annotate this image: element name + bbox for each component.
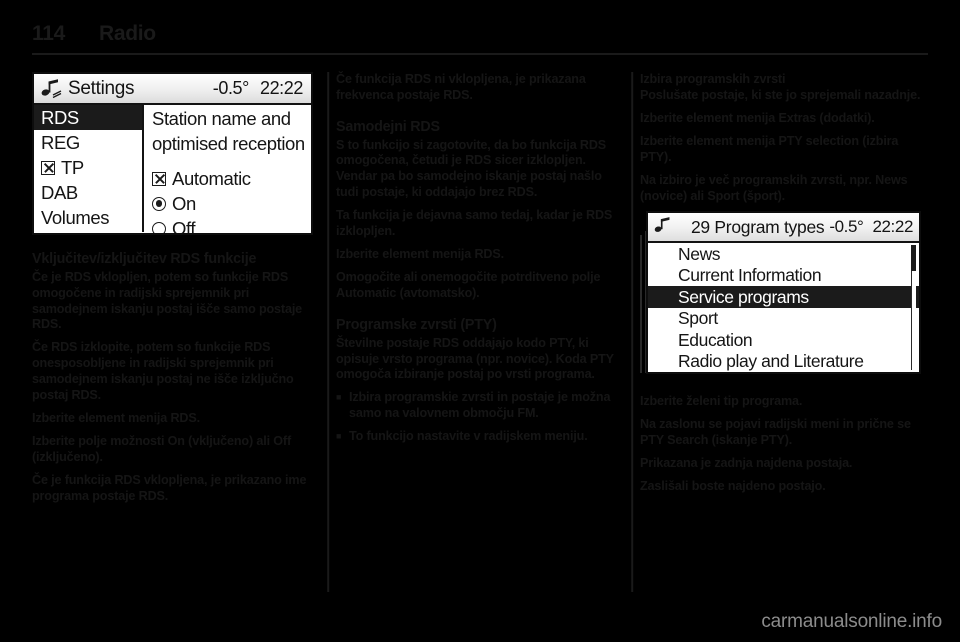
paragraph-c1-2: Če RDS izklopite, potem so funkcije RDS … — [32, 340, 294, 403]
page-title: Radio — [98, 22, 156, 45]
music-note-icon — [653, 216, 677, 238]
content-columns: Settings -0.5° 22:22 RDS REG TP DAB Volu… — [32, 72, 928, 592]
detail-text-line-2: optimised reception — [152, 132, 305, 154]
section-heading-rds-toggle: Vključitev/izključitev RDS funkcije — [32, 251, 257, 267]
detail-text-line-1: Station name and — [152, 108, 291, 129]
header-divider — [32, 53, 928, 55]
column-3: Izbira programskih zvrsti Poslušate post… — [640, 72, 928, 592]
menu-item-label: DAB — [41, 181, 78, 203]
pty-scrollbar-thumb[interactable] — [911, 245, 916, 272]
pty-display-titlebar: 29 Program types -0.5° 22:22 — [648, 213, 919, 244]
pty-display-title: 29 Program types — [691, 216, 825, 237]
menu-item-rds[interactable]: RDS — [34, 105, 142, 130]
paragraph-c3-8: Zaslišali boste najdeno postajo. — [640, 479, 826, 494]
menu-item-label: Volumes — [41, 206, 110, 228]
option-automatic[interactable]: Automatic — [152, 166, 311, 191]
settings-menu-list: RDS REG TP DAB Volumes — [34, 105, 144, 232]
pty-list: News Current Information Service program… — [648, 243, 919, 372]
page-number: 114 — [32, 22, 65, 45]
pty-item-current-information[interactable]: Current Information — [676, 265, 919, 287]
bullet-item: ■ Izbira programskie zvrsti in postaje j… — [336, 390, 624, 422]
radio-unselected-icon[interactable] — [152, 221, 166, 233]
paragraph-c2-6: Številne postaje RDS oddajajo kodo PTY, … — [336, 335, 614, 382]
paragraph-c1-5: Če je funkcija RDS vklopljena, je prikaz… — [32, 472, 307, 503]
menu-item-label: RDS — [41, 106, 79, 128]
pty-item-news[interactable]: News — [676, 243, 919, 265]
radio-selected-icon[interactable] — [152, 196, 166, 211]
paragraph-c3-3: Izberite element menija PTY selection (i… — [640, 133, 899, 164]
square-bullet-icon: ■ — [336, 392, 342, 403]
pty-item-sport[interactable]: Sport — [676, 308, 919, 330]
pty-screenshot: 29 Program types -0.5° 22:22 News Curren… — [640, 211, 921, 379]
paragraph-c1-4: Izberite polje možnosti On (vključeno) a… — [32, 434, 291, 464]
checkbox-checked-icon[interactable] — [41, 160, 55, 175]
pty-item-service-programs[interactable]: Service programs — [648, 286, 919, 308]
menu-item-label: TP — [61, 156, 84, 178]
paragraph-c1-3: Izberite element menija RDS. — [32, 411, 200, 426]
square-bullet-icon: ■ — [336, 431, 342, 442]
paragraph-c2-2: S to funkcijo si zagotovite, da bo funkc… — [336, 137, 607, 200]
pty-item-label: Current Information — [678, 265, 822, 286]
option-label: On — [172, 192, 196, 214]
option-label: Off — [172, 217, 196, 235]
menu-item-volumes[interactable]: Volumes — [34, 205, 142, 230]
pty-display-clock: 22:22 — [872, 217, 913, 237]
pty-scrollbar[interactable] — [911, 245, 916, 371]
paragraph-c3-1: Poslušate postaje, ki ste jo sprejemali … — [640, 87, 921, 102]
option-off[interactable]: Off — [152, 216, 311, 235]
page-header: 114 Radio — [32, 22, 928, 62]
paragraph-c3-2: Izberite element menija Extras (dodatki)… — [640, 110, 875, 125]
pty-item-label: Service programs — [678, 286, 809, 307]
section-heading-auto-rds: Samodejni RDS — [336, 118, 440, 135]
paragraph-c3-6: Na zaslonu se pojavi radijski meni in pr… — [640, 417, 911, 448]
option-on[interactable]: On — [152, 191, 311, 216]
menu-item-label: REG — [41, 131, 80, 153]
manual-page: 114 Radio Settings -0.5° 22:22 RDS REG T… — [0, 0, 960, 642]
paragraph-c2-1: Če funkcija RDS ni vklopljena, je prikaz… — [336, 72, 586, 102]
music-note-icon — [40, 78, 64, 100]
option-label: Automatic — [172, 167, 251, 189]
menu-item-dab[interactable]: DAB — [34, 180, 142, 205]
pty-item-label: Radio play and Literature — [678, 351, 864, 372]
bullet-text: To funkcijo nastavite v radijskem meniju… — [349, 429, 588, 444]
pty-item-label: News — [678, 243, 721, 264]
column-1: Settings -0.5° 22:22 RDS REG TP DAB Volu… — [32, 72, 320, 592]
settings-detail-pane: Station name and optimised reception Aut… — [144, 105, 311, 235]
pty-item-label: Education — [678, 329, 753, 350]
display-title: Settings — [68, 77, 135, 99]
section-heading-pty: Programske zvrsti (PTY) — [336, 316, 497, 333]
pty-item-radio-play-and-literature[interactable]: Radio play and Literature — [676, 351, 919, 373]
pty-item-label: Sport — [678, 308, 718, 329]
column-divider-1 — [320, 72, 336, 592]
display-titlebar: Settings -0.5° 22:22 — [34, 74, 311, 105]
paragraph-c3-7: Prikazana je zadnja najdena postaja. — [640, 456, 853, 471]
pty-display-temperature: -0.5° — [829, 217, 864, 237]
paragraph-c3-4: Na izbiro je več programskih zvrsti, npr… — [640, 172, 908, 203]
paragraph-c2-3: Ta funkcija je dejavna samo tedaj, kadar… — [336, 208, 613, 239]
column-2: Če funkcija RDS ni vklopljena, je prikaz… — [336, 72, 624, 592]
menu-item-tp[interactable]: TP — [34, 155, 142, 180]
site-watermark: carmanualsonline.info — [761, 611, 942, 632]
display-temperature: -0.5° — [212, 78, 250, 98]
bullet-item: ■ To funkcijo nastavite v radijskem meni… — [336, 429, 624, 445]
menu-item-reg[interactable]: REG — [34, 130, 142, 155]
checkbox-checked-icon[interactable] — [152, 171, 166, 186]
paragraph-c3-5: Izberite želeni tip programa. — [640, 394, 803, 409]
pty-item-education[interactable]: Education — [676, 329, 919, 351]
paragraph-c2-5: Omogočite ali onemogočite potrditveno po… — [336, 270, 601, 300]
paragraph-c1-1: Če je RDS vklopljen, potem so funkcije R… — [32, 269, 303, 332]
column-divider-2 — [624, 72, 640, 592]
paragraph-c3-head: Izbira programskih zvrsti — [640, 72, 786, 86]
display-clock: 22:22 — [259, 78, 303, 98]
bullet-text: Izbira programskie zvrsti in postaje je … — [349, 390, 611, 421]
settings-screenshot: Settings -0.5° 22:22 RDS REG TP DAB Volu… — [32, 72, 313, 235]
paragraph-c2-4: Izberite element menija RDS. — [336, 247, 504, 262]
